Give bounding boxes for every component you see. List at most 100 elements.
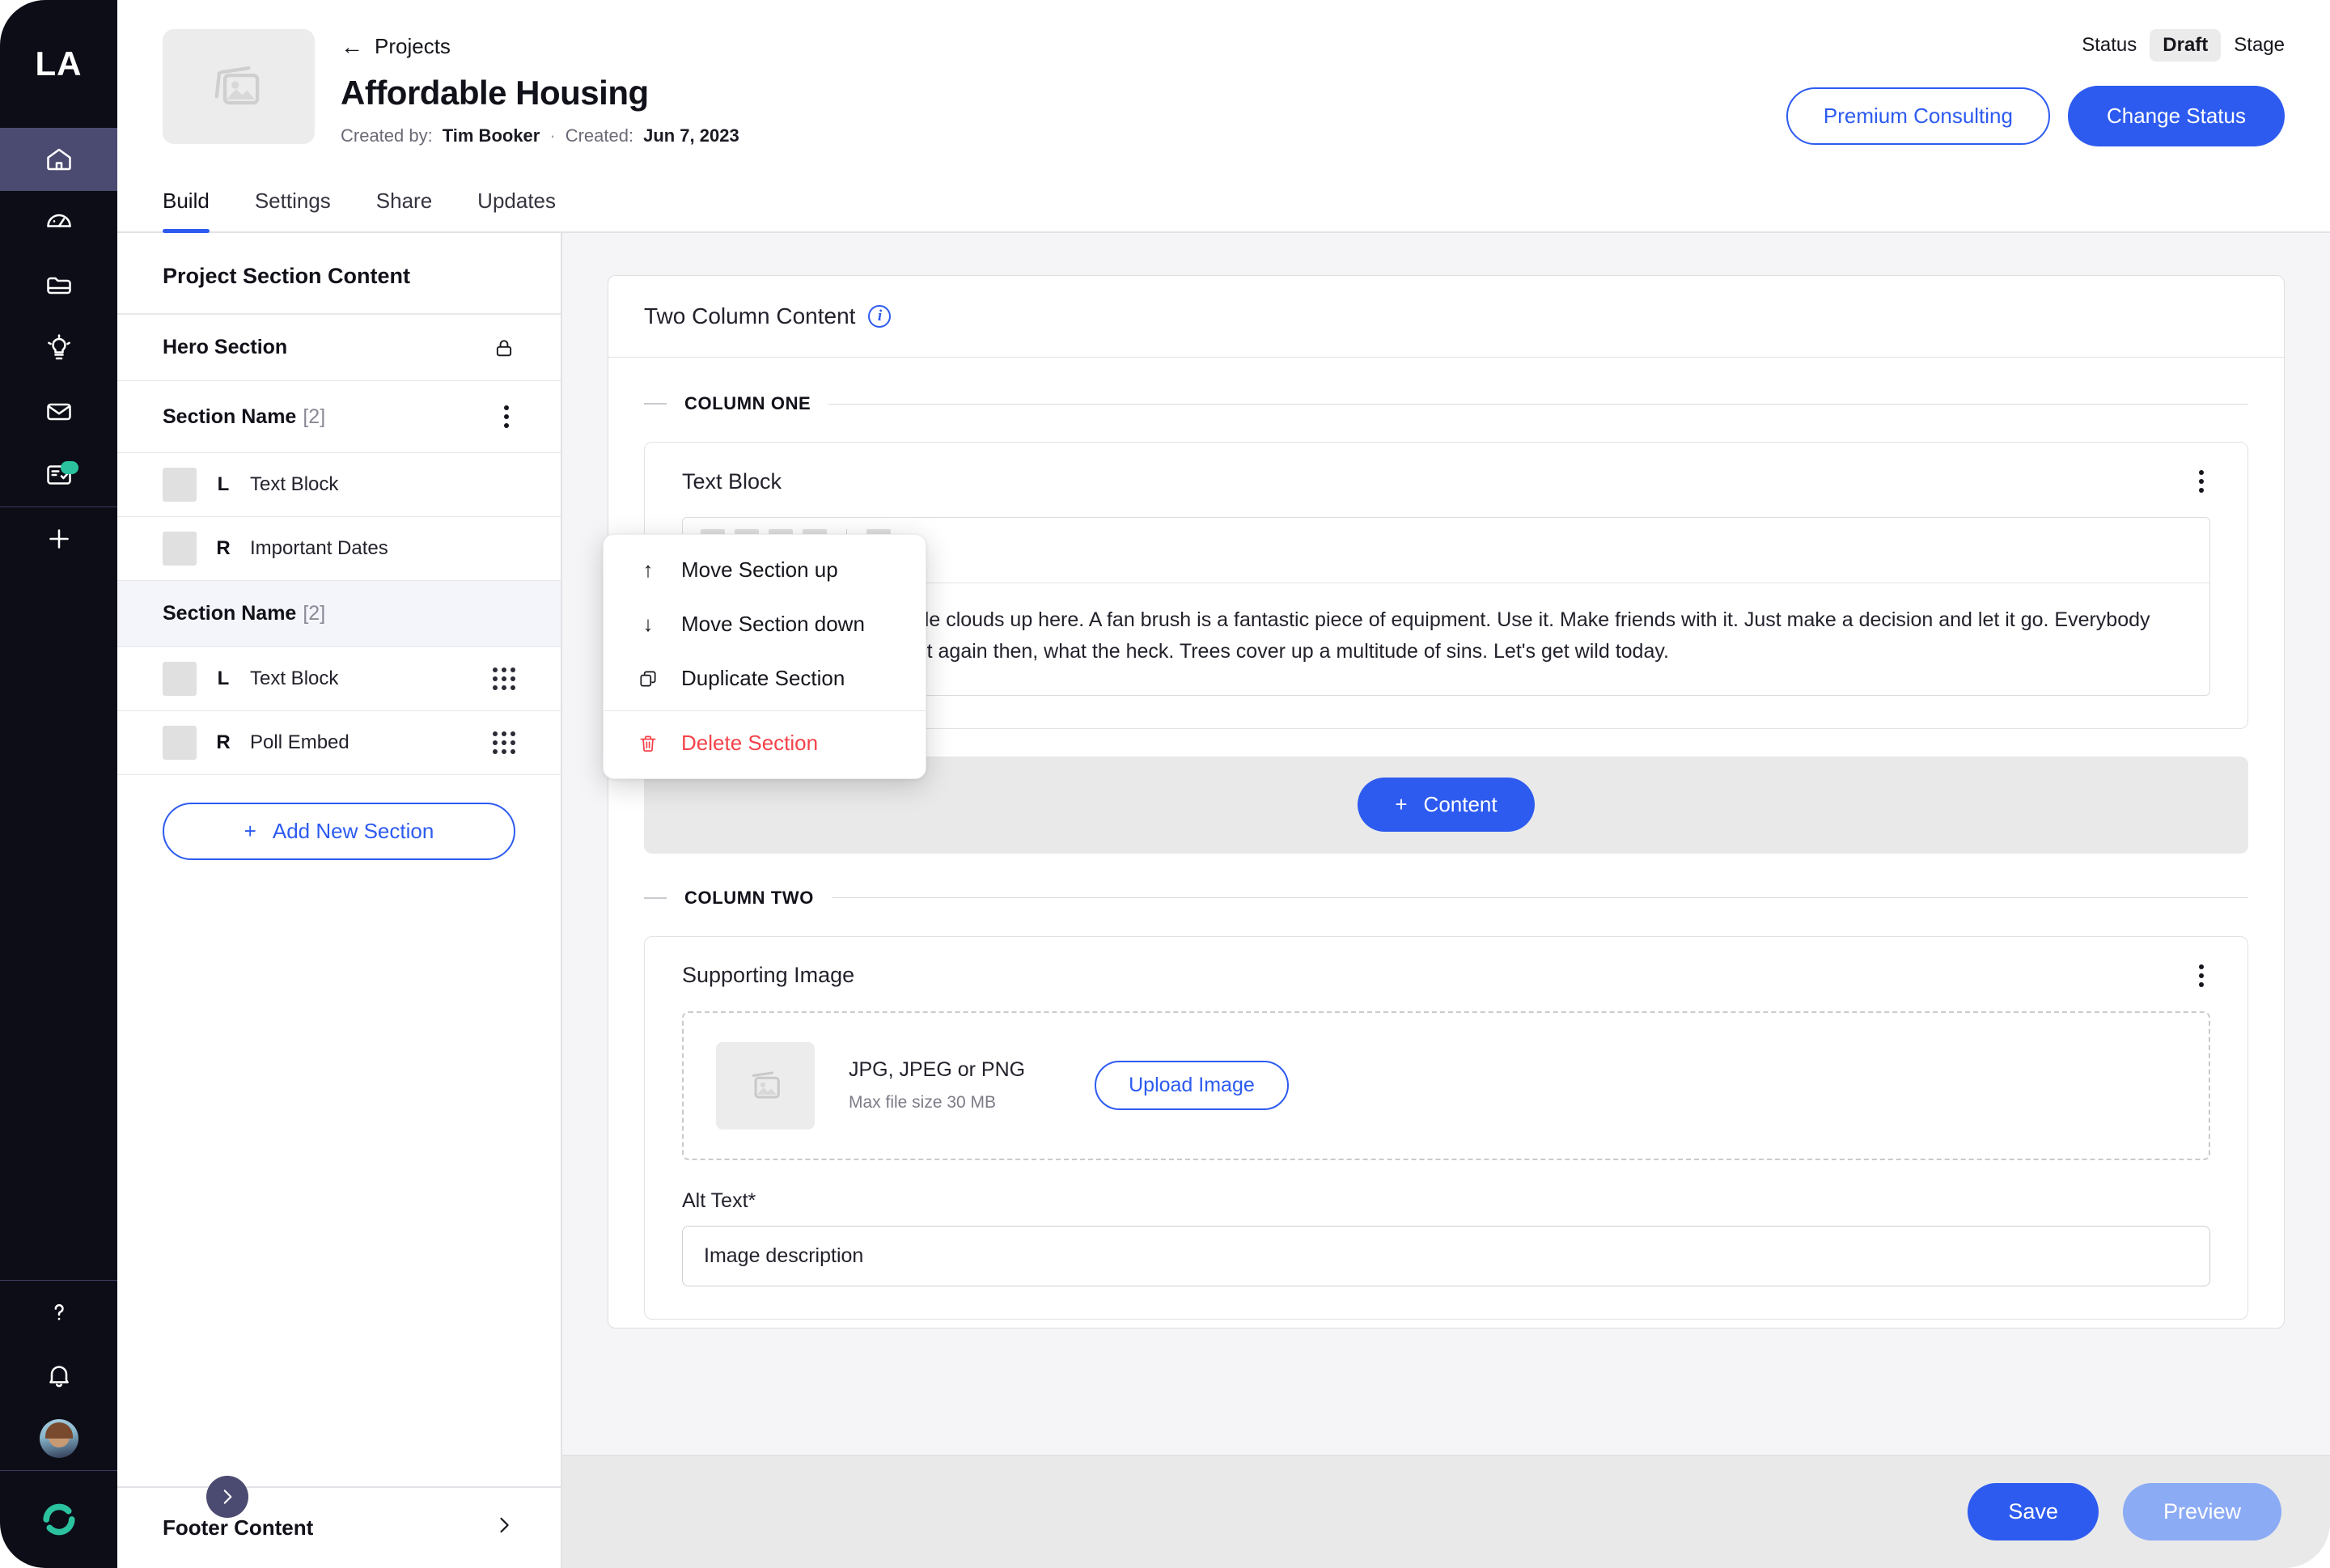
divider-dash	[644, 403, 667, 405]
rail-item-notifications[interactable]	[0, 1344, 117, 1407]
plus-icon	[44, 524, 74, 553]
sidebar-collapse-toggle[interactable]	[206, 1476, 248, 1518]
section-2-count: [2]	[303, 602, 326, 625]
menu-item-move-section-down[interactable]: ↓ Move Section down	[604, 597, 926, 651]
block-row[interactable]: R Important Dates	[117, 517, 561, 581]
section-row-2[interactable]: Section Name [2]	[117, 581, 561, 647]
editor-body: Project Section Content Hero Section Sec…	[117, 233, 2330, 1568]
company-mark	[0, 1471, 117, 1568]
menu-item-duplicate-section[interactable]: Duplicate Section	[604, 651, 926, 706]
card-body: COLUMN ONE Text Block Let's put some hap…	[608, 358, 2284, 1328]
divider-dash	[644, 896, 667, 899]
block-thumbnail	[163, 468, 197, 502]
rail-item-home[interactable]	[0, 128, 117, 191]
stage-label: Stage	[2234, 34, 2285, 56]
text-block-title: Text Block	[682, 468, 782, 494]
block-row[interactable]: L Text Block	[117, 647, 561, 711]
menu-item-label: Move Section down	[681, 612, 865, 636]
rail-item-surveys[interactable]	[0, 443, 117, 506]
add-content-button[interactable]: + Content	[1358, 778, 1535, 832]
column-one-divider: COLUMN ONE	[644, 393, 2248, 414]
lock-icon	[493, 337, 515, 359]
add-section-wrap: + Add New Section	[117, 775, 561, 860]
trash-icon	[636, 733, 660, 754]
rail-item-profile[interactable]	[0, 1407, 117, 1470]
alt-text-input[interactable]	[682, 1225, 2210, 1286]
rail-item-ideas[interactable]	[0, 317, 117, 380]
tab-build[interactable]: Build	[163, 177, 232, 233]
add-content-label: Content	[1423, 792, 1498, 816]
section-1-name: Section Name	[163, 405, 297, 428]
panel-title: Project Section Content	[117, 233, 561, 315]
image-dropzone[interactable]: JPG, JPEG or PNG Max file size 30 MB Upl…	[682, 1011, 2210, 1160]
text-block-kebab-menu-button[interactable]	[2192, 467, 2210, 496]
accepted-formats: JPG, JPEG or PNG	[849, 1058, 1026, 1081]
bell-icon	[44, 1361, 74, 1390]
image-placeholder-icon	[716, 1041, 815, 1129]
rail-item-projects[interactable]	[0, 254, 117, 317]
rail-item-add[interactable]	[0, 507, 117, 570]
chevron-right-icon	[493, 1514, 515, 1542]
menu-item-delete-section[interactable]: Delete Section	[604, 716, 926, 770]
supporting-image-card: Supporting Image JPG, JPEG or PNG Max fi…	[644, 935, 2248, 1320]
project-header: ← Projects Affordable Housing Created by…	[117, 0, 2330, 146]
column-two-divider: COLUMN TWO	[644, 888, 2248, 909]
preview-button[interactable]: Preview	[2122, 1483, 2281, 1540]
info-icon[interactable]: i	[868, 305, 892, 328]
supporting-image-kebab-menu-button[interactable]	[2192, 961, 2210, 990]
block-name: Text Block	[250, 667, 339, 689]
section-1-title-wrap: Section Name [2]	[163, 405, 325, 429]
tab-updates[interactable]: Updates	[455, 177, 578, 231]
two-column-content-card: Two Column Content i COLUMN ONE Text Blo…	[608, 275, 2285, 1329]
add-new-section-button[interactable]: + Add New Section	[163, 803, 515, 860]
app-logo[interactable]: LA	[0, 0, 117, 128]
folder-icon	[44, 271, 74, 300]
block-row[interactable]: R Poll Embed	[117, 711, 561, 775]
drag-handle-icon[interactable]	[493, 731, 515, 754]
status-row: Status Draft Stage	[2082, 29, 2285, 61]
menu-separator	[604, 710, 926, 711]
section-2-name: Section Name	[163, 602, 297, 625]
column-two-label: COLUMN TWO	[684, 887, 814, 908]
block-side: R	[216, 731, 231, 753]
tab-settings[interactable]: Settings	[232, 177, 354, 231]
section-context-menu: ↑ Move Section up ↓ Move Section down Du…	[603, 534, 926, 779]
upload-image-button[interactable]: Upload Image	[1095, 1061, 1289, 1110]
rail-item-messages[interactable]	[0, 380, 117, 443]
mail-icon	[44, 397, 74, 426]
back-arrow-icon[interactable]: ←	[341, 35, 363, 58]
created-date-value: Jun 7, 2023	[643, 125, 739, 146]
section-content-panel: Project Section Content Hero Section Sec…	[117, 233, 562, 1568]
menu-item-label: Move Section up	[681, 557, 838, 582]
project-tabs: Build Settings Share Updates	[117, 177, 2330, 233]
supporting-image-header: Supporting Image	[682, 961, 2210, 990]
hero-title-wrap: Hero Section	[163, 336, 287, 359]
section-row-1[interactable]: Section Name [2]	[117, 381, 561, 453]
rail-item-dashboard[interactable]	[0, 191, 117, 254]
premium-consulting-button[interactable]: Premium Consulting	[1786, 87, 2050, 145]
section-1-kebab-menu-button[interactable]	[498, 402, 515, 431]
duplicate-icon	[636, 668, 660, 689]
section-row-hero[interactable]: Hero Section	[117, 315, 561, 381]
drag-handle-icon[interactable]	[493, 667, 515, 690]
header-button-row: Premium Consulting Change Status	[1786, 86, 2285, 146]
meta-separator: ·	[549, 125, 556, 146]
block-thumbnail	[163, 532, 197, 566]
footer-content-row[interactable]: Footer Content	[117, 1486, 561, 1568]
supporting-image-title: Supporting Image	[682, 963, 855, 987]
block-row[interactable]: L Text Block	[117, 453, 561, 517]
menu-item-label: Delete Section	[681, 731, 819, 755]
breadcrumb-label[interactable]: Projects	[375, 34, 451, 59]
created-by-label: Created by:	[341, 125, 433, 146]
card-header: Two Column Content i	[608, 276, 2284, 358]
add-new-section-label: Add New Section	[272, 819, 434, 843]
rail-item-help[interactable]	[0, 1281, 117, 1344]
save-button[interactable]: Save	[1968, 1483, 2099, 1540]
change-status-button[interactable]: Change Status	[2067, 86, 2285, 146]
lightbulb-icon	[44, 334, 74, 363]
tab-share[interactable]: Share	[354, 177, 455, 231]
main-area: ← Projects Affordable Housing Created by…	[117, 0, 2330, 1568]
canvas-scroll: Two Column Content i COLUMN ONE Text Blo…	[562, 233, 2330, 1455]
menu-item-move-section-up[interactable]: ↑ Move Section up	[604, 543, 926, 597]
status-badge[interactable]: Draft	[2150, 29, 2222, 61]
